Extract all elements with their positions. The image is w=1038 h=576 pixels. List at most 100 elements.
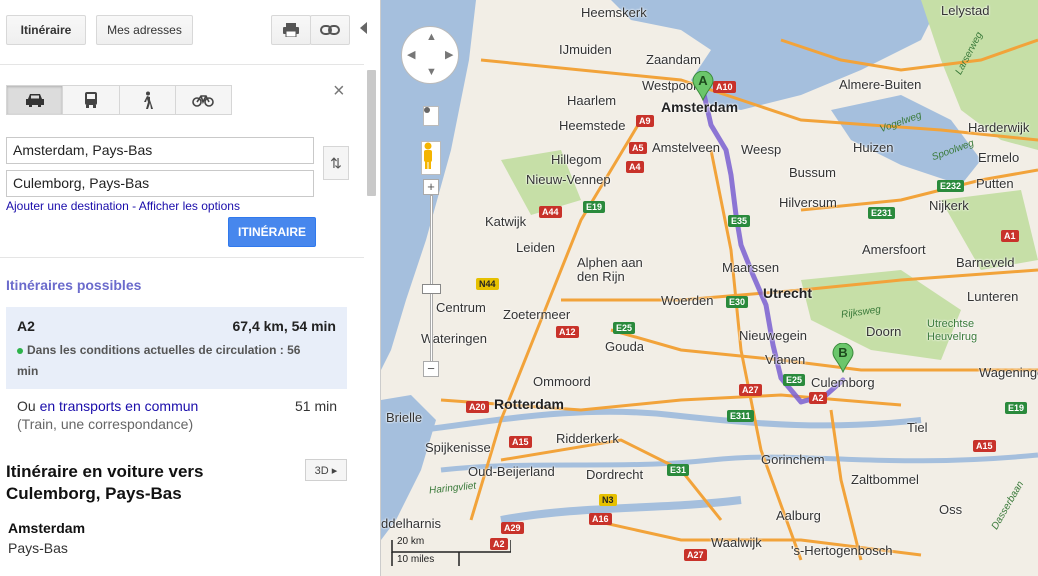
map-view[interactable]: Heemskerk Zaandam IJmuiden Westpoort Ams… [381,0,1038,576]
place-katwijk: Katwijk [485,214,527,229]
zoom-out-button[interactable]: − [423,361,439,377]
get-directions-button[interactable]: ITINÉRAIRE [228,217,316,247]
shield-a29: A29 [501,522,524,534]
traffic-conditions: Dans les conditions actuelles de circula… [17,340,317,382]
marker-b[interactable]: B [832,343,854,373]
street-view-pegman[interactable] [421,141,441,175]
route-option-a2[interactable]: A2 67,4 km, 54 min Dans les conditions a… [6,307,347,389]
shield-a27: A27 [739,384,762,396]
shield-a10: A10 [713,81,736,93]
bike-icon [192,95,215,107]
place-huizen: Huizen [853,140,894,155]
bus-icon [84,92,97,108]
mode-walk-button[interactable] [119,86,176,114]
shield-e232: E232 [937,180,965,192]
zoom-slider-track[interactable] [430,195,433,363]
place-zoetermeer: Zoetermeer [503,307,571,322]
place-amersfoort: Amersfoort [862,242,926,257]
swap-icon: ⇅ [330,154,342,171]
transit-detail: (Train, une correspondance) [17,416,194,432]
add-destination-link[interactable]: Ajouter une destination [6,199,129,213]
place-amstelveen: Amstelveen [652,140,720,155]
place-harderwijk: Harderwijk [968,120,1030,135]
directions-panel: Itinéraire Mes adresses × Amsterdam, Pay… [0,0,381,576]
shield-a15: A15 [509,436,532,448]
place-brielle: Brielle [386,410,423,425]
place-putten: Putten [976,176,1014,191]
place-zaltbommel: Zaltbommel [851,472,919,487]
shield-a27b: A27 [684,549,707,561]
pan-control[interactable]: ▲ ◀ ▶ ▼ [401,26,459,84]
shield-a12: A12 [556,326,579,338]
scale-miles-label: 10 miles [397,554,435,565]
route-name: A2 [17,318,35,334]
place-hertogenbosch: 's-Hertogenbosch [791,543,893,558]
place-vianen: Vianen [765,352,806,367]
close-directions-icon[interactable]: × [333,80,345,103]
transit-prefix: Ou [17,398,40,414]
print-button[interactable] [271,15,311,45]
panel-scrollbar[interactable] [367,70,376,196]
place-hilversum: Hilversum [779,195,837,210]
pan-left-icon[interactable]: ◀ [407,48,415,61]
start-location-country: Pays-Bas [8,540,68,556]
pan-right-icon[interactable]: ▶ [445,48,453,61]
place-gouda: Gouda [605,339,645,354]
place-heuvelrug: Utrechtse Heuvelrug [927,318,978,343]
link-button[interactable] [310,15,350,45]
marker-a[interactable]: A [692,71,714,101]
my-location-button[interactable] [423,106,439,126]
place-wageningen: Wageninge [979,365,1038,380]
place-doorn: Doorn [866,324,902,339]
collapse-panel-icon[interactable] [360,22,367,34]
place-bussum: Bussum [789,165,836,180]
mode-bike-button[interactable] [175,86,231,114]
place-oss: Oss [939,502,963,517]
place-hillegom: Hillegom [551,152,602,167]
zoom-slider-handle[interactable] [422,284,441,294]
travel-mode-selector [6,85,232,115]
place-woerden: Woerden [661,293,714,308]
origin-input[interactable]: Amsterdam, Pays-Bas [6,137,314,164]
place-barneveld: Barneveld [956,255,1015,270]
results-divider [0,257,364,258]
place-waalwijk: Waalwijk [711,535,762,550]
pan-up-icon[interactable]: ▲ [426,31,437,43]
driving-directions-title: Itinéraire en voiture vers Culemborg, Pa… [6,462,204,503]
transit-link[interactable]: en transports en commun [40,398,199,414]
shield-a16: A16 [589,513,612,525]
print-icon [283,23,299,37]
place-aalburg: Aalburg [776,508,821,523]
shield-n44: N44 [476,278,499,290]
marker-b-label: B [838,345,848,360]
traffic-text: Dans les conditions actuelles de circula… [17,343,301,378]
place-culemborg: Culemborg [811,375,875,390]
shield-a5: A5 [629,142,647,154]
place-amsterdam: Amsterdam [661,99,739,115]
place-nieuwegein: Nieuwegein [739,328,807,343]
shield-e25: E25 [613,322,636,334]
start-location-name: Amsterdam [8,520,86,536]
place-ermelo: Ermelo [978,150,1020,165]
place-middelharnis: ddelharnis [381,516,441,531]
my-addresses-button[interactable]: Mes adresses [96,15,193,45]
place-dordrecht: Dordrecht [586,467,644,482]
place-gorinchem: Gorinchem [761,452,825,467]
shield-a9: A9 [636,115,654,127]
mode-car-button[interactable] [7,86,64,114]
shield-e311: E311 [727,410,754,422]
view-3d-button[interactable]: 3D ▸ [305,459,347,481]
links-separator: - [128,199,139,213]
swap-locations-button[interactable]: ⇅ [323,146,349,180]
mode-transit-button[interactable] [63,86,120,114]
pan-down-icon[interactable]: ▼ [426,66,437,78]
itinerary-tab-button[interactable]: Itinéraire [6,15,86,45]
place-lelystad: Lelystad [941,3,990,18]
place-ijmuiden: IJmuiden [559,42,612,57]
possible-routes-heading: Itinéraires possibles [6,277,142,293]
destination-input[interactable]: Culemborg, Pays-Bas [6,170,314,197]
show-options-link[interactable]: Afficher les options [139,199,240,213]
shield-e19b: E19 [1005,402,1028,414]
zoom-in-button[interactable]: + [423,179,439,195]
traffic-dot-icon [17,347,23,354]
